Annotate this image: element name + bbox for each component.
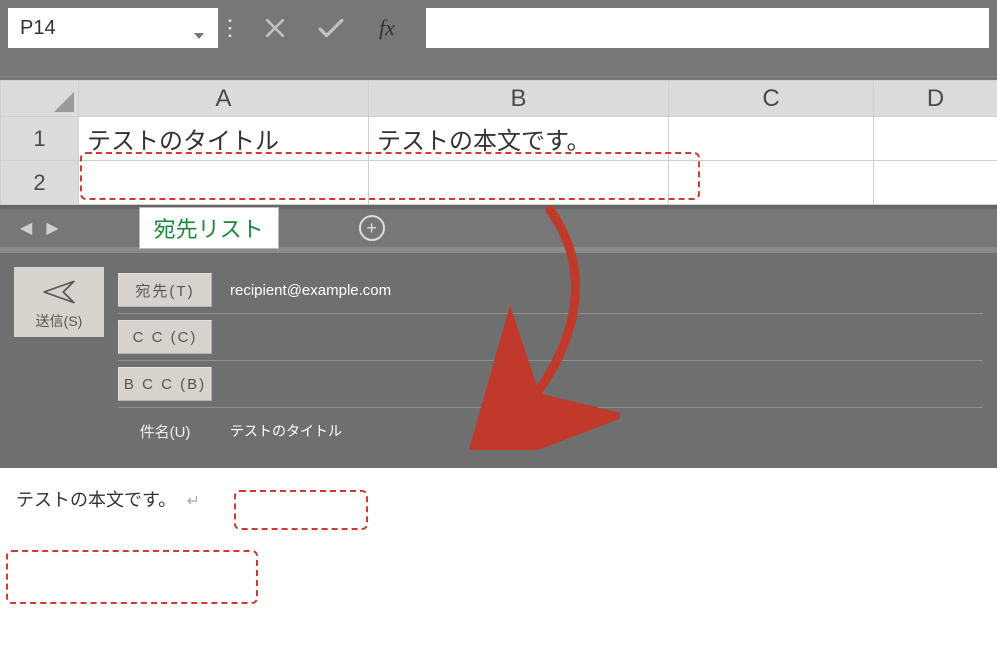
column-header-d[interactable]: D <box>874 81 997 117</box>
toolbar-gap <box>0 56 997 76</box>
subject-value[interactable]: テストのタイトル <box>230 421 342 441</box>
to-button[interactable]: 宛先(T) <box>118 273 212 307</box>
sheet-tabs-bar: ◀ ▶ 宛先リスト + <box>0 205 997 247</box>
bcc-button[interactable]: B C C (B) <box>118 367 212 401</box>
row-header-1[interactable]: 1 <box>1 117 79 161</box>
name-box-value: P14 <box>20 17 56 40</box>
subject-label: 件名(U) <box>118 421 212 442</box>
mail-body-text: テストの本文です。 <box>16 490 176 510</box>
send-button[interactable]: 送信(S) <box>14 267 104 337</box>
cancel-icon[interactable] <box>262 15 288 41</box>
table-row: 1 テストのタイトル テストの本文です。 <box>1 117 997 161</box>
cc-button[interactable]: C C (C) <box>118 320 212 354</box>
cell-a2[interactable] <box>79 161 369 205</box>
prev-sheet-icon[interactable]: ◀ <box>20 218 32 238</box>
sheet-tab-active[interactable]: 宛先リスト <box>139 207 279 249</box>
cc-row: C C (C) <box>118 314 983 361</box>
mail-fields: 宛先(T) recipient@example.com C C (C) B C … <box>118 267 983 454</box>
sheet-nav-arrows: ◀ ▶ <box>20 218 59 238</box>
fx-icon[interactable]: fx <box>374 15 400 41</box>
formula-bar: P14 ⋮ fx <box>0 0 997 56</box>
cell-c2[interactable] <box>669 161 874 205</box>
cell-d1[interactable] <box>874 117 997 161</box>
to-row: 宛先(T) recipient@example.com <box>118 267 983 314</box>
cell-c1[interactable] <box>669 117 874 161</box>
column-header-c[interactable]: C <box>669 81 874 117</box>
return-glyph-icon: ↵ <box>187 493 200 510</box>
spreadsheet-region: P14 ⋮ fx A B <box>0 0 997 247</box>
to-value[interactable]: recipient@example.com <box>230 282 391 299</box>
confirm-icon[interactable] <box>318 15 344 41</box>
send-label: 送信(S) <box>18 311 100 331</box>
formula-input[interactable] <box>426 8 989 48</box>
name-box[interactable]: P14 <box>8 8 218 48</box>
subject-row: 件名(U) テストのタイトル <box>118 408 983 454</box>
column-header-b[interactable]: B <box>369 81 669 117</box>
column-header-a[interactable]: A <box>79 81 369 117</box>
spreadsheet-grid[interactable]: A B C D 1 テストのタイトル テストの本文です。 2 <box>0 80 997 205</box>
cell-d2[interactable] <box>874 161 997 205</box>
table-row: 2 <box>1 161 997 205</box>
cell-a1[interactable]: テストのタイトル <box>79 117 369 161</box>
formula-bar-separator-icon: ⋮ <box>226 8 236 48</box>
cell-b2[interactable] <box>369 161 669 205</box>
mail-body[interactable]: テストの本文です。 ↵ <box>0 468 997 564</box>
cell-b1[interactable]: テストの本文です。 <box>369 117 669 161</box>
formula-bar-buttons: fx <box>244 15 418 41</box>
name-box-dropdown-icon[interactable] <box>194 22 206 34</box>
add-sheet-icon[interactable]: + <box>359 215 385 241</box>
mail-compose-region: 送信(S) 宛先(T) recipient@example.com C C (C… <box>0 247 997 468</box>
select-all-corner[interactable] <box>1 81 79 117</box>
bcc-row: B C C (B) <box>118 361 983 408</box>
row-header-2[interactable]: 2 <box>1 161 79 205</box>
send-icon <box>18 277 100 307</box>
next-sheet-icon[interactable]: ▶ <box>46 218 58 238</box>
